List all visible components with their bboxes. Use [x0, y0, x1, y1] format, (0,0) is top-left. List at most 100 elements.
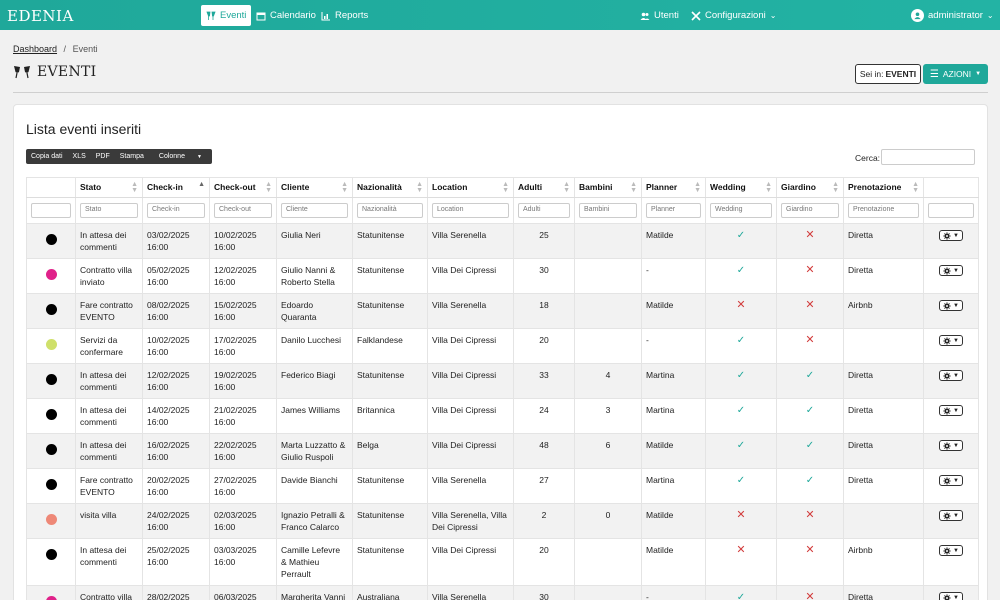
status-color-cell — [26, 223, 76, 259]
wedding-cell: ✕ — [705, 503, 777, 539]
sort-icon: ▲ ▼ — [563, 181, 570, 194]
pren-cell — [843, 503, 924, 539]
filter-input-checkout[interactable]: Check-out — [214, 203, 272, 218]
status-dot — [45, 596, 57, 600]
row-actions-button[interactable]: ▼ — [939, 440, 963, 451]
filter-input-color[interactable] — [31, 203, 71, 218]
search-input[interactable] — [881, 149, 975, 165]
filter-input-adulti[interactable]: Adulti — [518, 203, 570, 218]
row-actions-button[interactable]: ▼ — [939, 265, 963, 276]
location-cell: Villa Dei Cipressi — [427, 398, 514, 434]
row-actions-button[interactable]: ▼ — [939, 370, 963, 381]
location-cell: Villa Dei Cipressi — [427, 363, 514, 399]
naz-cell: Statunitense — [352, 538, 428, 586]
copy-button[interactable]: Copia dati — [26, 149, 68, 164]
filter-input-location[interactable]: Location — [432, 203, 509, 218]
azioni-button[interactable]: ☰ AZIONI ▼ — [923, 64, 988, 84]
row-actions-button[interactable]: ▼ — [939, 475, 963, 486]
column-header-stato[interactable]: Stato ▲ ▼ — [75, 177, 143, 198]
table-row[interactable]: In attesa dei commenti 25/02/2025 16:00 03… — [26, 538, 979, 586]
pren-cell: Diretta — [843, 363, 924, 399]
table-row[interactable]: In attesa dei commenti 16/02/2025 16:00 22… — [26, 433, 979, 469]
column-header-checkin[interactable]: Check-in ▲ — [142, 177, 210, 198]
filter-cell: Cliente — [276, 197, 353, 224]
cross-icon: ✕ — [805, 264, 815, 276]
filter-input-azioni[interactable] — [928, 203, 974, 218]
caret-down-icon: ▼ — [953, 407, 959, 414]
table-row[interactable]: Contratto villa inviato 05/02/2025 16:00 1… — [26, 258, 979, 294]
filter-input-cliente[interactable]: Cliente — [281, 203, 348, 218]
filter-input-checkin[interactable]: Check-in — [147, 203, 205, 218]
stato-cell: visita villa — [75, 503, 143, 539]
row-actions-button[interactable]: ▼ — [939, 300, 963, 311]
column-header-label: Giardino — [781, 182, 816, 192]
xls-button[interactable]: XLS — [68, 149, 91, 164]
location-cell: Villa Dei Cipressi — [427, 328, 514, 364]
status-dot — [45, 409, 57, 420]
checkin-cell: 03/02/2025 16:00 — [142, 223, 210, 259]
status-color-cell — [26, 585, 76, 600]
giardino-cell: ✕ — [776, 258, 844, 294]
table-row[interactable]: visita villa 24/02/2025 16:00 02/03/2025 1… — [26, 503, 979, 539]
columns-button[interactable]: Colonne ▼ — [149, 149, 212, 164]
gear-icon — [943, 336, 951, 345]
column-header-location[interactable]: Location ▲ ▼ — [427, 177, 514, 198]
filter-input-planner[interactable]: Planner — [646, 203, 701, 218]
nav-calendario[interactable]: Calendario — [251, 5, 321, 26]
caret-down-icon: ▼ — [975, 71, 982, 77]
print-button[interactable]: Stampa — [115, 149, 149, 164]
user-menu[interactable]: administrator ⌄ — [906, 5, 999, 26]
column-header-adulti[interactable]: Adulti ▲ ▼ — [513, 177, 575, 198]
checkin-cell: 14/02/2025 16:00 — [142, 398, 210, 434]
column-header-planner[interactable]: Planner ▲ ▼ — [641, 177, 706, 198]
table-row[interactable]: In attesa dei commenti 03/02/2025 16:00 10… — [26, 223, 979, 259]
adulti-cell: 30 — [513, 258, 575, 294]
filter-input-bambini[interactable]: Bambini — [579, 203, 637, 218]
table-row[interactable]: Fare contratto EVENTO 20/02/2025 16:00 27/… — [26, 468, 979, 504]
sei-in-button[interactable]: Sei in: EVENTI — [855, 64, 921, 84]
column-header-cliente[interactable]: Cliente ▲ ▼ — [276, 177, 353, 198]
filter-input-giardino[interactable]: Giardino — [781, 203, 839, 218]
nav-eventi[interactable]: Eventi — [201, 5, 252, 26]
column-header-prenotazione[interactable]: Prenotazione ▲ ▼ — [843, 177, 924, 198]
planner-cell: Martina — [641, 468, 706, 504]
row-actions-button[interactable]: ▼ — [939, 510, 963, 521]
filter-input-nazionalita[interactable]: Nazionalità — [357, 203, 423, 218]
column-header-bambini[interactable]: Bambini ▲ ▼ — [574, 177, 642, 198]
checkout-cell: 06/03/2025 16:00 — [209, 585, 277, 600]
checkout-cell: 03/03/2025 16:00 — [209, 538, 277, 586]
filter-input-stato[interactable]: Stato — [80, 203, 138, 218]
column-header-giardino[interactable]: Giardino ▲ ▼ — [776, 177, 844, 198]
row-actions-button[interactable]: ▼ — [939, 592, 963, 600]
location-cell: Villa Serenella — [427, 585, 514, 600]
wedding-cell: ✕ — [705, 293, 777, 329]
column-header-color — [26, 177, 76, 198]
row-actions-button[interactable]: ▼ — [939, 230, 963, 241]
table-row[interactable]: Servizi da confermare 10/02/2025 16:00 17/… — [26, 328, 979, 364]
pdf-button[interactable]: PDF — [91, 149, 115, 164]
columns-label: Colonne — [158, 153, 185, 160]
status-dot — [45, 269, 57, 280]
table-row[interactable]: In attesa dei commenti 14/02/2025 16:00 21… — [26, 398, 979, 434]
column-header-wedding[interactable]: Wedding ▲ ▼ — [705, 177, 777, 198]
nav-reports[interactable]: Reports — [316, 5, 373, 26]
column-header-checkout[interactable]: Check-out ▲ ▼ — [209, 177, 277, 198]
tools-icon — [691, 10, 701, 21]
location-cell: Villa Serenella — [427, 293, 514, 329]
stato-cell: Contratto villa inviato — [75, 585, 143, 600]
brand-logo[interactable]: EDENIA — [7, 7, 74, 25]
breadcrumb-dashboard-link[interactable]: Dashboard — [13, 44, 57, 54]
nav-configurazioni[interactable]: Configurazioni ⌄ — [686, 5, 781, 26]
filter-cell: Planner — [641, 197, 706, 224]
filter-cell: Stato — [75, 197, 143, 224]
column-header-nazionalita[interactable]: Nazionalità ▲ ▼ — [352, 177, 428, 198]
table-row[interactable]: Contratto villa inviato28/02/2025 16:000… — [26, 585, 979, 600]
table-row[interactable]: In attesa dei commenti 12/02/2025 16:00 19… — [26, 363, 979, 399]
row-actions-button[interactable]: ▼ — [939, 545, 963, 556]
filter-input-prenotazione[interactable]: Prenotazione — [848, 203, 919, 218]
row-actions-button[interactable]: ▼ — [939, 335, 963, 346]
nav-utenti[interactable]: Utenti — [635, 5, 684, 26]
row-actions-button[interactable]: ▼ — [939, 405, 963, 416]
table-row[interactable]: Fare contratto EVENTO 08/02/2025 16:00 15/… — [26, 293, 979, 329]
filter-input-wedding[interactable]: Wedding — [710, 203, 772, 218]
